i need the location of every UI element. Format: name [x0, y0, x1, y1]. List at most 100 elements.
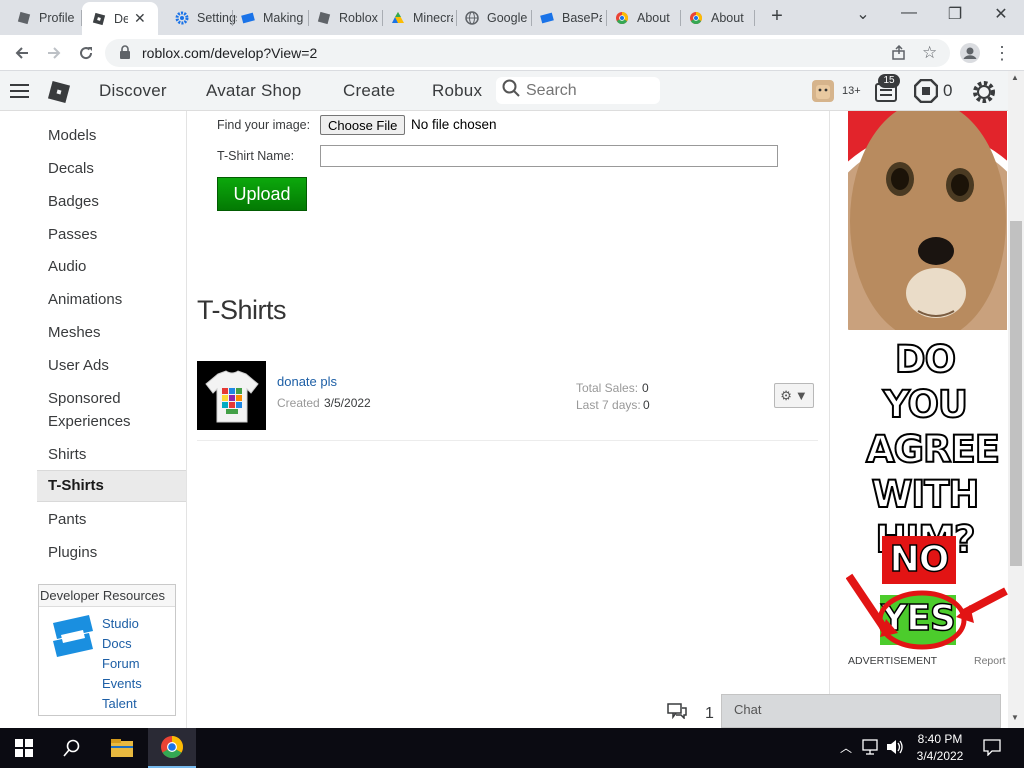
advertisement-column: DO YOU AGREE WITH HIM? NO YES ADVERTISEM…: [829, 111, 1008, 728]
created-date: 3/5/2022: [324, 396, 371, 410]
tab-search-chevron-icon[interactable]: ⌄: [848, 4, 878, 24]
sidebar-item-passes[interactable]: Passes: [37, 223, 186, 246]
tshirt-name-link[interactable]: donate pls: [277, 374, 337, 389]
ad-meme-text: DO YOU AGREE WITH HIM?: [865, 337, 1001, 562]
user-avatar[interactable]: [810, 78, 836, 109]
total-sales-value: 0: [642, 381, 649, 395]
main-content: Find your image: Choose File No file cho…: [188, 111, 829, 728]
sidebar-item-pants[interactable]: Pants: [37, 508, 186, 531]
ad-cat-image[interactable]: [848, 111, 1007, 330]
developer-resources-panel: Developer Resources Studio Docs Forum Ev…: [38, 584, 176, 716]
taskbar-search-icon[interactable]: [48, 728, 96, 768]
tab-label: About: [637, 11, 670, 25]
dev-link-docs[interactable]: Docs: [102, 636, 132, 651]
search-icon: [502, 79, 520, 102]
taskbar-clock[interactable]: 8:40 PM 3/4/2022: [910, 731, 970, 765]
settings-gear-icon[interactable]: [971, 79, 997, 110]
nav-robux[interactable]: Robux: [432, 81, 482, 101]
nav-create[interactable]: Create: [343, 81, 395, 101]
upload-button[interactable]: Upload: [217, 177, 307, 211]
share-icon[interactable]: [891, 44, 907, 66]
gear-icon: ⚙: [780, 387, 792, 403]
tab-develop[interactable]: Develop ✕: [82, 2, 158, 35]
sidebar-item-tshirts[interactable]: T-Shirts: [37, 470, 186, 502]
tab-about-2[interactable]: About: [672, 5, 751, 31]
sidebar-item-animations[interactable]: Animations: [37, 288, 186, 311]
search-box[interactable]: [496, 77, 660, 104]
file-explorer-icon[interactable]: [98, 728, 146, 768]
sidebar-item-meshes[interactable]: Meshes: [37, 321, 186, 344]
tab-google[interactable]: Google: [448, 5, 527, 31]
tab-minecraft[interactable]: Minecraft: [374, 5, 453, 31]
page-scrollbar[interactable]: ▲ ▼: [1008, 71, 1024, 728]
choose-file-button[interactable]: Choose File: [320, 115, 406, 135]
hamburger-menu-icon[interactable]: [10, 83, 30, 104]
scroll-down-arrow-icon[interactable]: ▼: [1011, 713, 1019, 722]
roblox-icon: [16, 11, 31, 26]
sidebar-item-models[interactable]: Models: [37, 124, 186, 147]
reload-icon[interactable]: [74, 41, 98, 65]
tshirt-thumbnail[interactable]: [197, 361, 266, 430]
chat-bar[interactable]: Chat: [721, 694, 1001, 728]
sidebar-item-shirts[interactable]: Shirts: [37, 443, 186, 466]
robux-icon[interactable]: [913, 78, 939, 108]
globe-icon: [464, 11, 479, 26]
tab-making[interactable]: Making: [224, 5, 303, 31]
volume-icon[interactable]: [886, 738, 904, 761]
forward-arrow-icon[interactable]: [42, 41, 66, 65]
tab-label: Roblox: [339, 11, 378, 25]
chat-count: 1: [705, 704, 714, 722]
chrome-taskbar-icon[interactable]: [148, 728, 196, 768]
dev-link-forum[interactable]: Forum: [102, 656, 140, 671]
clock-time: 8:40 PM: [917, 732, 963, 746]
chrome-menu-icon[interactable]: ⋮: [990, 41, 1014, 65]
chrome-icon: [614, 11, 629, 26]
back-arrow-icon[interactable]: [10, 41, 34, 65]
nav-avatar-shop[interactable]: Avatar Shop: [206, 81, 301, 101]
sidebar-item-audio[interactable]: Audio: [37, 255, 186, 278]
tshirt-name-input[interactable]: [320, 145, 778, 167]
tshirt-list-item: donate pls Created 3/5/2022 Total Sales:…: [197, 361, 818, 441]
dev-link-events[interactable]: Events: [102, 676, 142, 691]
sidebar-item-user-ads[interactable]: User Ads: [37, 354, 186, 377]
tab-roblox[interactable]: Roblox: [300, 5, 379, 31]
profile-avatar-icon[interactable]: [958, 41, 982, 65]
sidebar-item-sponsored-experiences[interactable]: Sponsored Experiences: [37, 387, 157, 433]
sidebar-item-badges[interactable]: Badges: [37, 190, 186, 213]
left-sidebar: Models Decals Badges Passes Audio Animat…: [0, 111, 187, 728]
tab-basepart[interactable]: BasePart: [523, 5, 602, 31]
show-hidden-icons-chevron-icon[interactable]: ︿: [840, 739, 852, 756]
chrome-icon: [688, 11, 703, 26]
dev-link-studio[interactable]: Studio: [102, 616, 139, 631]
sidebar-item-plugins[interactable]: Plugins: [37, 541, 186, 564]
scrollbar-thumb[interactable]: [1010, 221, 1022, 566]
last-7-days-label: Last 7 days:: [576, 398, 641, 412]
ad-meme-line: WITH: [871, 472, 981, 517]
minimize-button[interactable]: —: [894, 4, 924, 22]
url-text[interactable]: roblox.com/develop?View=2: [142, 45, 317, 61]
scroll-up-arrow-icon[interactable]: ▲: [1011, 73, 1019, 82]
roblox-logo[interactable]: [47, 80, 71, 109]
tab-label: Making: [263, 11, 303, 25]
roblox-icon: [316, 11, 331, 26]
omnibox[interactable]: roblox.com/develop?View=2 ☆: [105, 39, 950, 67]
search-input[interactable]: [526, 81, 646, 100]
windows-start-icon[interactable]: [0, 728, 48, 768]
item-settings-dropdown-button[interactable]: ⚙ ▼: [774, 383, 814, 408]
chat-indicator[interactable]: 1: [667, 703, 714, 724]
settings-gear-icon: [174, 11, 189, 26]
notification-center-icon[interactable]: [983, 738, 1001, 761]
tab-about[interactable]: About: [598, 5, 677, 31]
sidebar-item-decals[interactable]: Decals: [37, 157, 186, 180]
tab-profile[interactable]: Profile: [0, 5, 79, 31]
restore-button[interactable]: ❐: [940, 4, 970, 24]
dev-link-talent[interactable]: Talent: [102, 696, 137, 711]
new-tab-button[interactable]: +: [762, 5, 792, 28]
nav-discover[interactable]: Discover: [99, 81, 167, 101]
close-tab-icon[interactable]: ✕: [134, 10, 146, 27]
network-icon[interactable]: [862, 738, 880, 761]
close-window-button[interactable]: ✕: [986, 4, 1016, 24]
lock-icon[interactable]: [119, 45, 131, 64]
report-ad-link[interactable]: Report: [974, 655, 1006, 667]
bookmark-star-icon[interactable]: ☆: [922, 43, 937, 63]
